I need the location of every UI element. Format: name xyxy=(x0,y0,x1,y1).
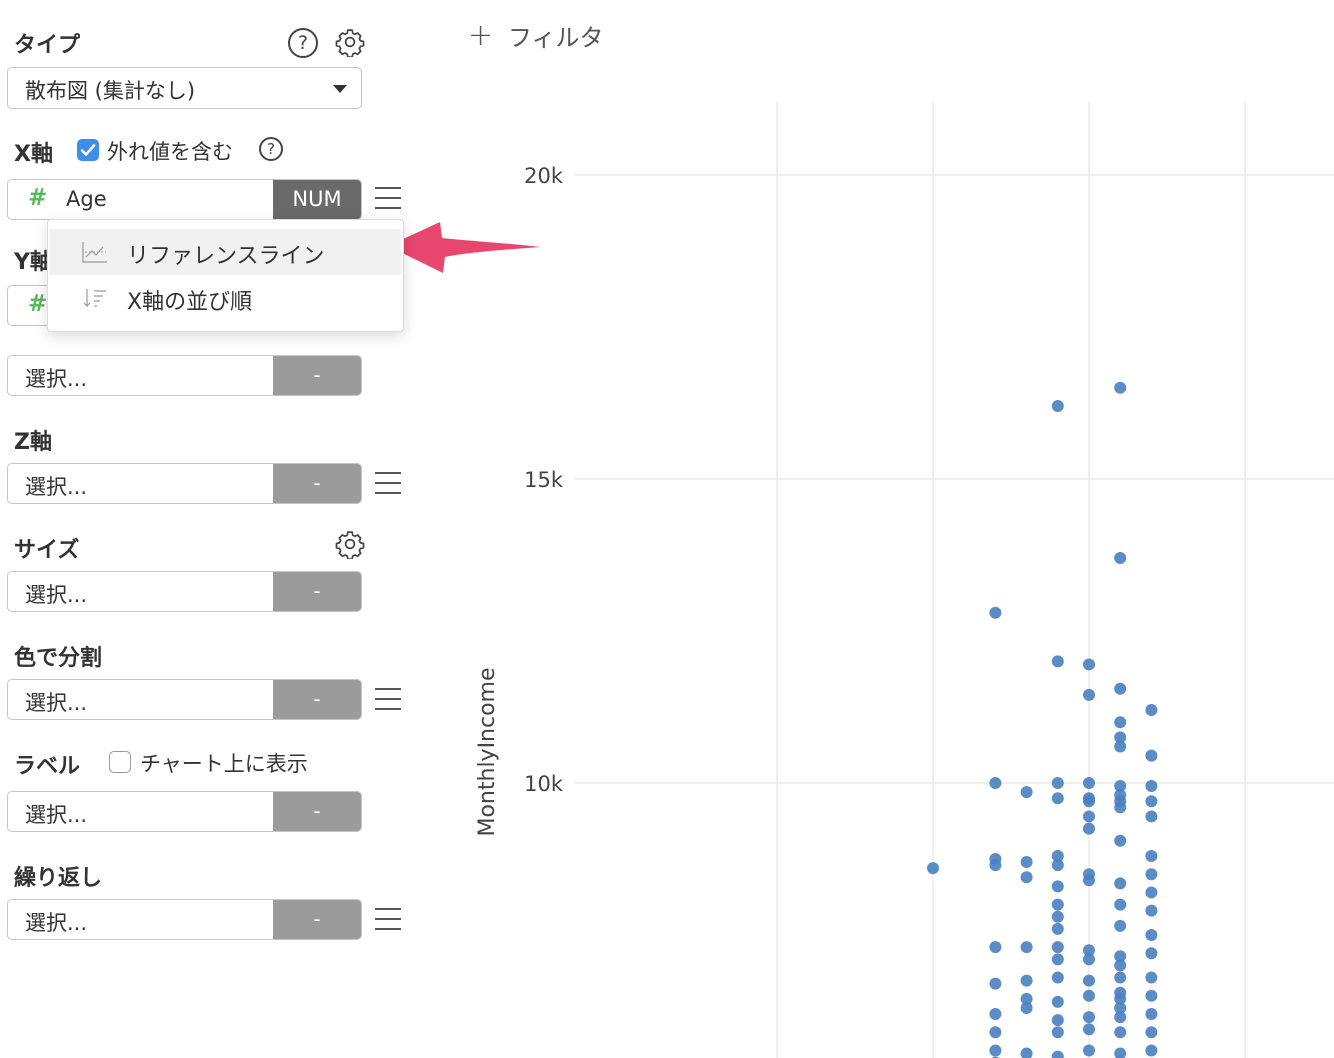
menu-item-reference-line[interactable]: リファレンスライン xyxy=(50,229,401,275)
data-point xyxy=(1114,381,1127,394)
data-point xyxy=(1051,777,1064,789)
data-point xyxy=(1020,974,1033,987)
scatter-chart: 20k 15k 10k MonthlyIncome xyxy=(388,102,1334,1058)
data-point xyxy=(1114,834,1127,847)
y-tick-label: 10k xyxy=(524,772,564,796)
data-point xyxy=(1114,552,1127,565)
data-point xyxy=(1114,919,1127,932)
data-point xyxy=(1083,1044,1095,1057)
data-point xyxy=(1145,947,1158,960)
data-point xyxy=(1020,941,1033,954)
data-point xyxy=(1145,795,1158,808)
data-point xyxy=(1114,740,1127,753)
data-point xyxy=(1145,749,1158,762)
data-point xyxy=(1051,792,1064,805)
data-point xyxy=(989,1044,1002,1057)
data-point xyxy=(1083,974,1095,987)
data-point xyxy=(1020,786,1033,799)
y-tick-label: 15k xyxy=(524,468,564,492)
menu-item-x-axis-sort[interactable]: X軸の並び順 xyxy=(50,275,401,321)
data-point xyxy=(1145,810,1158,823)
data-point xyxy=(1020,1047,1033,1058)
data-point xyxy=(927,862,939,875)
data-point xyxy=(1145,904,1158,917)
reference-line-icon xyxy=(82,242,107,263)
menu-item-label: リファレンスライン xyxy=(127,244,325,269)
data-point xyxy=(1051,859,1064,872)
data-point xyxy=(1114,682,1127,695)
data-point xyxy=(989,1026,1002,1039)
data-point xyxy=(1020,1001,1033,1014)
data-point xyxy=(1114,971,1127,984)
sort-icon xyxy=(83,289,106,307)
data-point xyxy=(1051,995,1064,1008)
data-point xyxy=(1051,400,1064,413)
data-point xyxy=(1145,1044,1158,1057)
data-point xyxy=(1083,874,1095,887)
data-point xyxy=(1051,1050,1064,1058)
data-point xyxy=(1051,910,1064,923)
data-point xyxy=(1145,886,1158,899)
data-point xyxy=(1083,777,1095,789)
data-point xyxy=(1083,688,1095,701)
data-point xyxy=(1145,780,1158,793)
data-point xyxy=(1114,1011,1127,1024)
data-point xyxy=(1083,1023,1095,1036)
data-point xyxy=(1051,941,1064,954)
data-point xyxy=(989,606,1002,619)
y-tick-label: 20k xyxy=(524,164,564,188)
data-point xyxy=(1020,871,1033,884)
data-point xyxy=(1114,716,1127,729)
data-point xyxy=(1114,801,1127,814)
data-point xyxy=(1051,655,1064,668)
data-point xyxy=(1083,795,1095,808)
data-point xyxy=(1114,1047,1127,1058)
data-point xyxy=(1145,704,1158,717)
data-point xyxy=(1145,849,1158,862)
data-point xyxy=(1114,898,1127,911)
data-point xyxy=(1114,1026,1127,1039)
data-point xyxy=(989,1008,1002,1021)
data-point xyxy=(1051,922,1064,935)
data-point xyxy=(1145,1026,1158,1039)
data-point xyxy=(989,777,1002,789)
data-point xyxy=(1083,822,1095,835)
data-point xyxy=(1145,1008,1158,1021)
data-point xyxy=(1114,877,1127,890)
data-point xyxy=(1051,953,1064,966)
data-point xyxy=(1051,1014,1064,1027)
data-point xyxy=(1145,989,1158,1002)
data-point xyxy=(989,941,1002,954)
menu-item-label: X軸の並び順 xyxy=(127,290,253,315)
annotation-arrow-icon xyxy=(388,222,541,273)
data-point xyxy=(989,859,1002,872)
data-point xyxy=(1051,898,1064,911)
data-point xyxy=(1083,810,1095,823)
data-point xyxy=(1083,953,1095,966)
x-axis-dropdown-menu: リファレンスライン X軸の並び順 xyxy=(47,219,404,332)
data-point xyxy=(1083,989,1095,1002)
data-point xyxy=(1020,856,1033,869)
data-point xyxy=(1051,971,1064,984)
data-point xyxy=(989,977,1002,990)
data-point xyxy=(1083,658,1095,671)
y-axis-title: MonthlyIncome xyxy=(475,667,500,836)
data-point xyxy=(1051,880,1064,893)
data-point xyxy=(1145,868,1158,881)
data-point xyxy=(1114,959,1127,972)
data-point xyxy=(1083,1011,1095,1024)
data-point xyxy=(1051,1026,1064,1039)
data-point xyxy=(1145,971,1158,984)
data-point xyxy=(1145,929,1158,941)
